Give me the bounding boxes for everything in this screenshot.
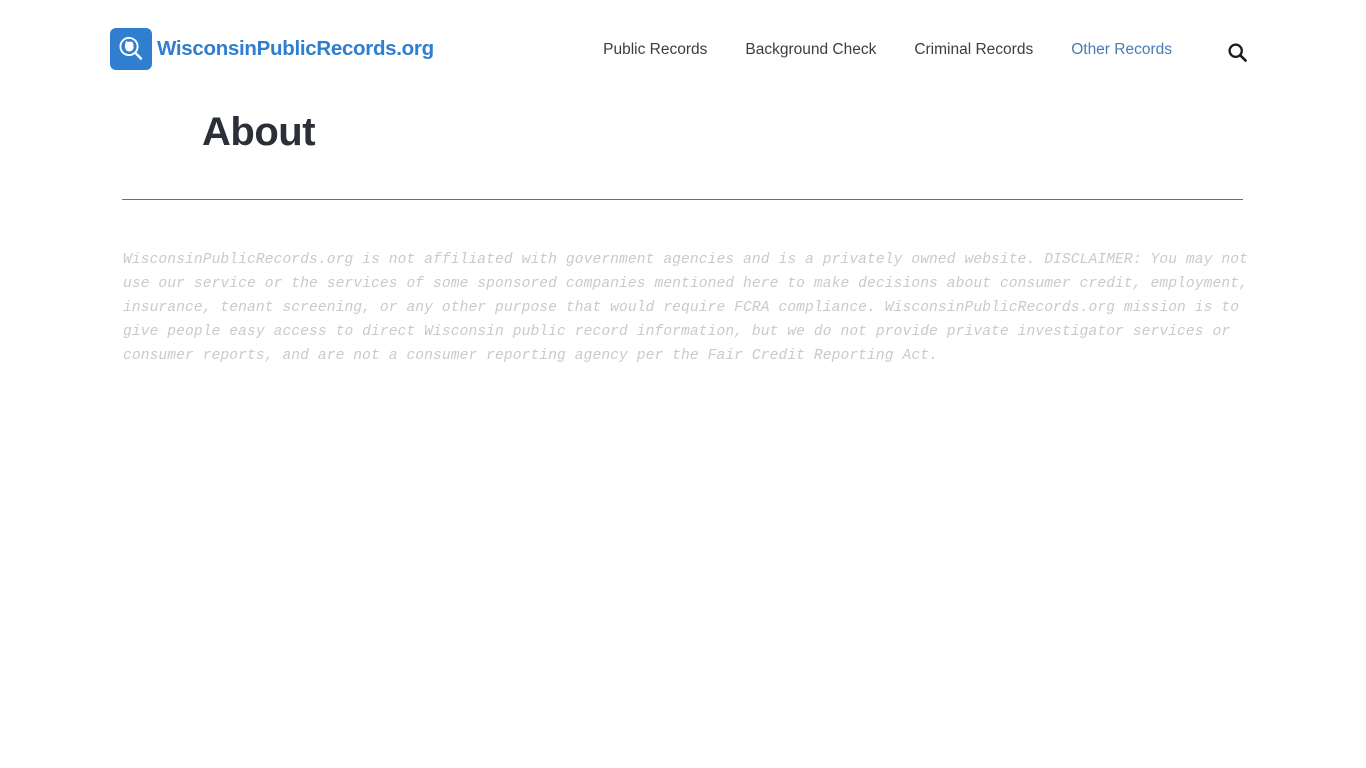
nav-item-public-records[interactable]: Public Records [584, 42, 726, 58]
site-header: WisconsinPublicRecords.org Public Record… [0, 0, 1366, 100]
nav-item-criminal-records[interactable]: Criminal Records [895, 42, 1052, 58]
search-icon[interactable] [1221, 36, 1253, 68]
page-title: About [202, 110, 316, 154]
nav-item-background-check[interactable]: Background Check [726, 42, 895, 58]
site-logo-text: WisconsinPublicRecords.org [157, 36, 434, 60]
site-logo-link[interactable]: WisconsinPublicRecords.org [110, 28, 434, 70]
disclaimer-text: WisconsinPublicRecords.org is not affili… [123, 252, 1248, 364]
magnifier-wisconsin-icon [110, 28, 152, 70]
main-navigation: Public Records Background Check Criminal… [584, 0, 1191, 100]
title-divider [122, 199, 1243, 200]
nav-item-other-records[interactable]: Other Records [1052, 42, 1191, 58]
